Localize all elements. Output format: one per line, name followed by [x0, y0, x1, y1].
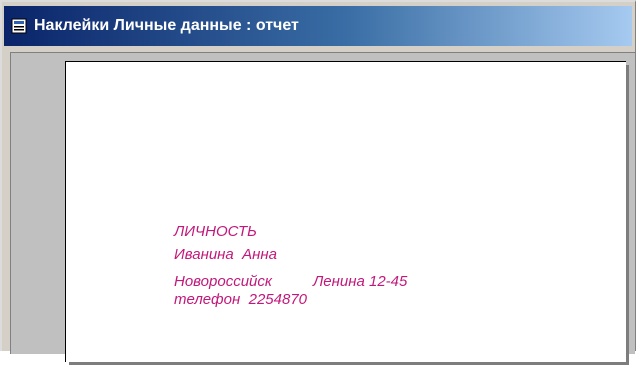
window-title: Наклейки Личные данные : отчет	[34, 17, 299, 34]
label-phone: телефон 2254870	[174, 291, 308, 308]
label-heading: ЛИЧНОСТЬ	[174, 223, 257, 240]
title-bar[interactable]: Наклейки Личные данные : отчет	[4, 6, 632, 46]
label-city: Новороссийск	[174, 273, 272, 290]
report-page[interactable]: ЛИЧНОСТЬ Иванина Анна Новороссийск Ленин…	[65, 61, 626, 362]
label-name: Иванина Анна	[174, 246, 277, 263]
label-street: Ленина 12-45	[313, 273, 408, 290]
report-icon[interactable]	[10, 17, 28, 35]
